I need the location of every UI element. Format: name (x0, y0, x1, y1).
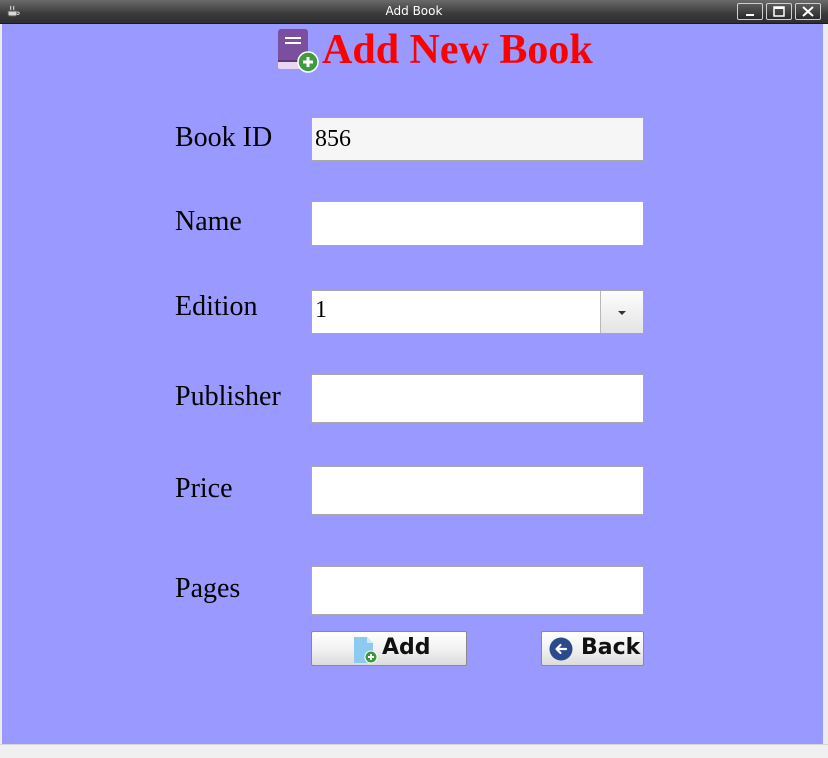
maximize-button[interactable] (766, 3, 792, 20)
pages-field[interactable] (311, 566, 644, 615)
maximize-icon (773, 6, 785, 17)
edition-select[interactable]: 1 (311, 290, 644, 334)
window-bottom-edge (0, 744, 828, 758)
minimize-icon (746, 14, 754, 16)
minimize-button[interactable] (737, 3, 763, 20)
close-icon (802, 6, 814, 17)
window-title: Add Book (385, 4, 443, 18)
close-button[interactable] (795, 3, 821, 20)
name-label: Name (175, 206, 242, 237)
name-field[interactable] (311, 201, 644, 246)
add-button[interactable]: Add (311, 631, 467, 666)
back-button[interactable]: Back (541, 631, 644, 666)
edition-value: 1 (315, 297, 327, 323)
book-add-icon (278, 29, 319, 73)
back-button-label: Back (581, 635, 641, 660)
chevron-down-icon (618, 311, 626, 315)
price-label: Price (175, 473, 233, 504)
pages-label: Pages (175, 573, 241, 604)
publisher-label: Publisher (175, 381, 281, 412)
book-id-label: Book ID (175, 122, 273, 153)
edition-label: Edition (175, 291, 258, 322)
document-add-icon (354, 637, 378, 664)
heading-text: Add New Book (322, 27, 593, 73)
add-button-label: Add (382, 635, 431, 660)
arrow-left-circle-icon (549, 637, 573, 661)
book-id-field[interactable] (311, 117, 644, 161)
price-field[interactable] (311, 466, 644, 515)
title-bar: Add Book (0, 0, 828, 24)
edition-dropdown-button[interactable] (600, 291, 643, 333)
publisher-field[interactable] (311, 374, 644, 423)
